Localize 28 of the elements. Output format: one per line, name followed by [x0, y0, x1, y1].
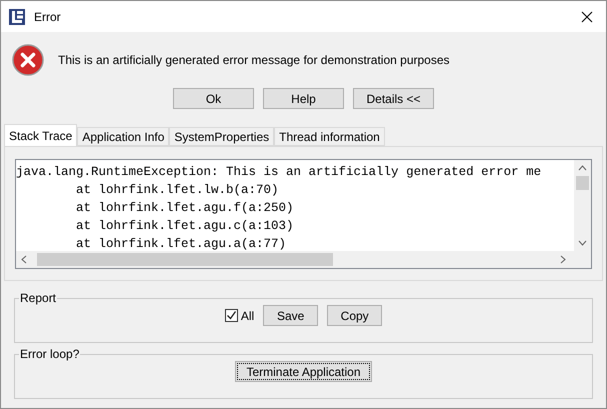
vertical-scrollbar[interactable] [574, 160, 591, 251]
scrollbar-thumb[interactable] [576, 176, 589, 190]
dialog-button[interactable]: Help [263, 88, 344, 109]
report-button[interactable]: Save [263, 305, 318, 326]
error-icon [12, 44, 44, 76]
tab[interactable]: Application Info [77, 127, 170, 146]
checkbox-label: All [240, 308, 254, 324]
report-title: Report [19, 290, 58, 307]
stack-frame: at lohrfink.lfet.agu.c(a:103) [16, 217, 294, 235]
tab[interactable]: Stack Trace [4, 124, 78, 146]
exception-line: java.lang.RuntimeException: This is an artificially generated error me [16, 164, 542, 181]
stack-frame: at lohrfink.lfet.lw.b(a:70) [16, 181, 279, 199]
error-message: This is an artificially generated error message for demonstration purposes [58, 52, 450, 69]
scrollbar-thumb[interactable] [37, 253, 333, 266]
dialog-button[interactable]: Ok [173, 88, 254, 109]
error-loop-title: Error loop? [19, 346, 80, 363]
app-logo-icon [9, 8, 25, 24]
tab[interactable]: SystemProperties [169, 127, 274, 146]
close-icon[interactable] [581, 10, 593, 22]
report-button[interactable]: Copy [327, 305, 382, 326]
tab[interactable]: Thread information [274, 127, 385, 146]
horizontal-scrollbar[interactable] [16, 251, 591, 268]
window-title: Error [34, 8, 61, 26]
checkbox[interactable] [224, 309, 238, 322]
stack-frame: at lohrfink.lfet.agu.a(a:77) [16, 235, 286, 251]
terminate-button[interactable]: Terminate Application [235, 361, 372, 382]
stack-frame: at lohrfink.lfet.agu.f(a:250) [16, 199, 294, 217]
dialog-button[interactable]: Details << [353, 88, 434, 109]
